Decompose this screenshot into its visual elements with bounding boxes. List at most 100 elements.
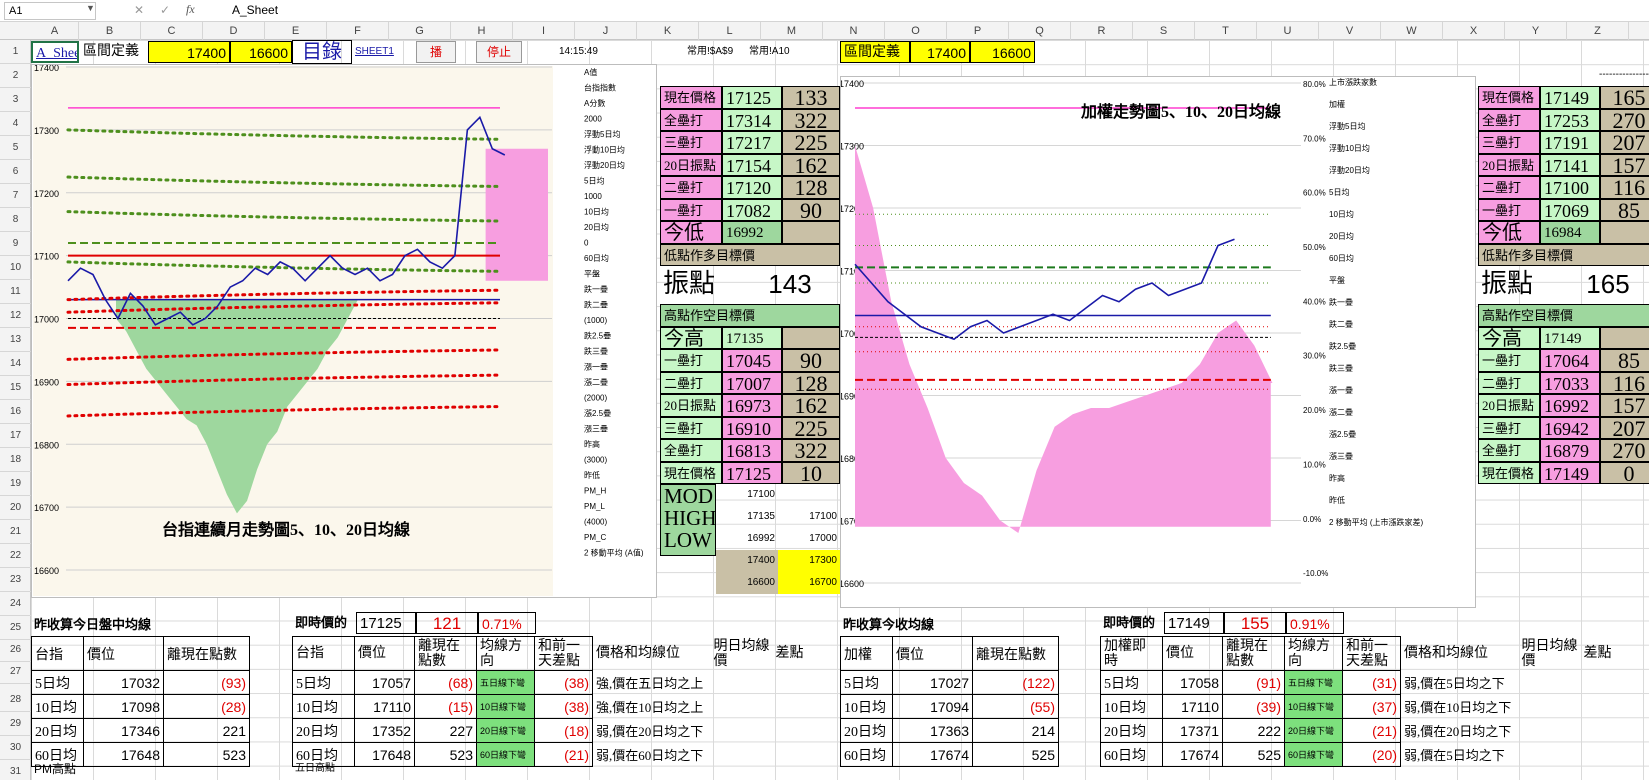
- direction-badge[interactable]: 10日線下彎: [1284, 694, 1343, 719]
- column-header[interactable]: X: [1443, 22, 1505, 40]
- table-cell[interactable]: 弱,價在10日均之下: [1401, 695, 1519, 719]
- range-low-right[interactable]: 16600: [970, 41, 1035, 63]
- table-cell[interactable]: (55): [972, 694, 1059, 719]
- row-header[interactable]: 27: [0, 660, 31, 684]
- table-cell[interactable]: 525: [1222, 742, 1285, 767]
- right-chart[interactable]: 17400 17300 17200 17100 17000 16900 16800 16700…: [839, 76, 1476, 608]
- name-box[interactable]: A1: [4, 2, 96, 20]
- table-cell[interactable]: 60日均: [840, 742, 893, 767]
- table-cell[interactable]: 17674: [1162, 742, 1223, 767]
- table-cell[interactable]: (93): [163, 670, 250, 695]
- row-header[interactable]: 6: [0, 160, 31, 184]
- row-header[interactable]: 7: [0, 184, 31, 208]
- table-cell[interactable]: (38): [534, 670, 593, 695]
- row-header[interactable]: 5: [0, 136, 31, 160]
- table-cell[interactable]: 10日均: [1100, 694, 1163, 719]
- table-cell[interactable]: 5日均: [840, 670, 893, 695]
- column-header[interactable]: Z: [1567, 22, 1629, 40]
- row-header[interactable]: 14: [0, 352, 31, 376]
- table-cell[interactable]: 17363: [892, 718, 973, 743]
- column-header[interactable]: O: [885, 22, 947, 40]
- table-cell[interactable]: 5日均: [1100, 670, 1163, 695]
- column-header[interactable]: Q: [1009, 22, 1071, 40]
- column-header[interactable]: N: [823, 22, 885, 40]
- table-cell[interactable]: (68): [414, 670, 477, 695]
- cell-a1[interactable]: A_Sheet: [31, 41, 79, 63]
- column-header[interactable]: U: [1257, 22, 1319, 40]
- table-cell[interactable]: (18): [534, 718, 593, 743]
- table-cell[interactable]: 17110: [1162, 694, 1223, 719]
- direction-badge[interactable]: 五日線下彎: [1284, 670, 1343, 695]
- column-header[interactable]: D: [203, 22, 265, 40]
- column-header[interactable]: P: [947, 22, 1009, 40]
- row-header[interactable]: 15: [0, 376, 31, 400]
- table-cell[interactable]: (21): [1342, 718, 1401, 743]
- table-cell[interactable]: [773, 719, 823, 743]
- table-cell[interactable]: 10日均: [840, 694, 893, 719]
- column-header[interactable]: F: [327, 22, 389, 40]
- play-button[interactable]: 播: [416, 41, 456, 63]
- table-cell[interactable]: 17027: [892, 670, 973, 695]
- table-cell[interactable]: [1581, 719, 1631, 743]
- table-cell[interactable]: (28): [163, 694, 250, 719]
- table-cell[interactable]: 17346: [83, 718, 164, 743]
- column-header[interactable]: J: [575, 22, 637, 40]
- table-cell[interactable]: 弱,價在5日均之下: [1401, 671, 1519, 695]
- column-header[interactable]: G: [389, 22, 451, 40]
- table-cell[interactable]: 17674: [892, 742, 973, 767]
- table-cell[interactable]: 17352: [354, 718, 415, 743]
- table-cell[interactable]: 弱,價在60日均之下: [593, 743, 711, 767]
- column-header[interactable]: E: [265, 22, 327, 40]
- column-header[interactable]: V: [1319, 22, 1381, 40]
- table-cell[interactable]: [773, 671, 823, 695]
- cancel-icon[interactable]: ✕: [134, 3, 144, 17]
- table-cell[interactable]: (20): [1342, 742, 1401, 767]
- table-cell[interactable]: [1519, 719, 1581, 743]
- row-header[interactable]: 17: [0, 424, 31, 448]
- column-header[interactable]: C: [141, 22, 203, 40]
- table-cell[interactable]: 5日均: [31, 670, 84, 695]
- table-cell[interactable]: (21): [534, 742, 593, 767]
- column-header[interactable]: L: [699, 22, 761, 40]
- table-cell[interactable]: 20日均: [292, 718, 355, 743]
- formula-input[interactable]: A_Sheet: [232, 3, 278, 17]
- row-header[interactable]: 1: [0, 40, 31, 64]
- row-header[interactable]: 19: [0, 472, 31, 496]
- row-header[interactable]: 13: [0, 328, 31, 352]
- table-cell[interactable]: 17110: [354, 694, 415, 719]
- row-header[interactable]: 24: [0, 592, 31, 616]
- table-cell[interactable]: 17032: [83, 670, 164, 695]
- stop-button[interactable]: 停止: [476, 41, 522, 63]
- row-header[interactable]: 23: [0, 568, 31, 592]
- direction-badge[interactable]: 60日線下彎: [1284, 742, 1343, 767]
- row-header[interactable]: 9: [0, 232, 31, 256]
- row-header[interactable]: 10: [0, 256, 31, 280]
- row-header[interactable]: 31: [0, 760, 31, 780]
- table-cell[interactable]: 弱,價在5日均之下: [1401, 743, 1519, 767]
- table-cell[interactable]: (39): [1222, 694, 1285, 719]
- table-cell[interactable]: [1519, 671, 1581, 695]
- table-cell[interactable]: [711, 743, 773, 767]
- table-cell[interactable]: 523: [163, 742, 250, 767]
- range-high-right[interactable]: 17400: [910, 41, 970, 63]
- table-cell[interactable]: 17057: [354, 670, 415, 695]
- table-cell[interactable]: 強,價在五日均之上: [593, 671, 711, 695]
- column-header[interactable]: B: [79, 22, 141, 40]
- table-cell[interactable]: 17648: [354, 742, 415, 767]
- column-header[interactable]: I: [513, 22, 575, 40]
- column-header[interactable]: H: [451, 22, 513, 40]
- table-cell[interactable]: 523: [414, 742, 477, 767]
- direction-badge[interactable]: 20日線下彎: [1284, 718, 1343, 743]
- table-cell[interactable]: [711, 671, 773, 695]
- table-cell[interactable]: [1581, 743, 1631, 767]
- catalog-link[interactable]: 目錄: [292, 40, 352, 64]
- column-header[interactable]: W: [1381, 22, 1443, 40]
- table-cell[interactable]: [1519, 695, 1581, 719]
- table-cell[interactable]: 10日均: [31, 694, 84, 719]
- row-header[interactable]: 11: [0, 280, 31, 304]
- table-cell[interactable]: [711, 719, 773, 743]
- table-cell[interactable]: 17098: [83, 694, 164, 719]
- table-cell[interactable]: [711, 695, 773, 719]
- table-cell[interactable]: [1519, 743, 1581, 767]
- table-cell[interactable]: 20日均: [31, 718, 84, 743]
